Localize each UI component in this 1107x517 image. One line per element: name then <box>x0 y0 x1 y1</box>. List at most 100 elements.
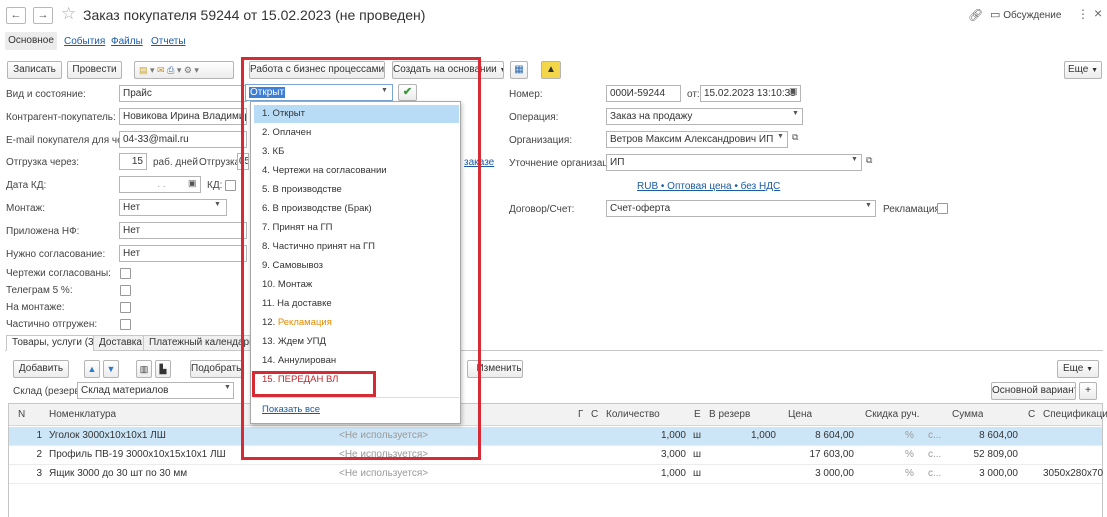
tab-delivery[interactable]: Доставка <box>93 335 148 351</box>
chevron-down-icon[interactable]: ▼ <box>224 384 231 391</box>
partial-checkbox[interactable] <box>120 319 131 330</box>
tab-files[interactable]: Файлы <box>111 36 143 47</box>
org-field[interactable]: Ветров Максим Александрович ИП <box>606 131 788 148</box>
dropdown-item-12[interactable]: 12. Рекламация <box>254 314 459 332</box>
dropdown-item-13[interactable]: 13. Ждем УПД <box>254 333 459 351</box>
drawings-checkbox[interactable] <box>120 268 131 279</box>
calendar-icon[interactable]: ▣ <box>188 178 197 189</box>
chat-icon: ▭ <box>990 9 1001 21</box>
cell-price: 8 604,00 <box>815 430 854 441</box>
col-name: Номенклатура <box>49 409 117 420</box>
more-menu-icon[interactable]: ⋮ <box>1077 7 1089 21</box>
dropdown-item-1[interactable]: 1. Открыт <box>254 105 459 123</box>
cell-char[interactable]: <Не используется> <box>339 467 569 481</box>
chevron-down-icon[interactable]: ▼ <box>851 156 858 163</box>
contractor-field[interactable]: Новикова Ирина Владимировна <box>119 108 247 125</box>
mount-value: Нет <box>123 202 141 213</box>
tab-events[interactable]: События <box>64 36 105 47</box>
warning-button[interactable]: ▲ <box>541 61 561 79</box>
telegram-checkbox[interactable] <box>120 285 131 296</box>
move-up-button[interactable]: ▲ <box>84 360 100 378</box>
dropdown-item-11[interactable]: 11. На доставке <box>254 295 459 313</box>
forward-button[interactable]: → <box>33 7 53 24</box>
installed-checkbox[interactable] <box>120 302 131 313</box>
move-down-button[interactable]: ▼ <box>103 360 119 378</box>
mail-icon: ✉ <box>157 65 165 75</box>
dropdown-item-2[interactable]: 2. Оплачен <box>254 124 459 142</box>
cell-spec: 3050x280x70 <box>1043 468 1103 479</box>
chevron-down-icon[interactable]: ▼ <box>792 110 799 117</box>
open-link-icon[interactable]: ⧉ <box>866 155 872 166</box>
chevron-down-icon[interactable]: ▼ <box>777 133 784 140</box>
more-label: Еще <box>1067 64 1089 75</box>
col-reserve: В резерв <box>709 409 751 420</box>
complaint-checkbox[interactable] <box>937 203 948 214</box>
discuss-button[interactable]: ▭ Обсуждение <box>990 8 1061 21</box>
dropdown-item-7[interactable]: 7. Принят на ГП <box>254 219 459 237</box>
scale-button[interactable]: ▙ <box>155 360 171 378</box>
kd-checkbox[interactable] <box>225 180 236 191</box>
open-link-icon[interactable]: ⧉ <box>792 132 798 143</box>
cell-reserve: 1,000 <box>750 430 776 441</box>
nf-field[interactable]: Нет <box>119 222 247 239</box>
save-button[interactable]: Записать <box>7 61 62 79</box>
dropdown-item-9[interactable]: 9. Самовывоз <box>254 257 459 275</box>
cell-c: с... <box>928 430 942 441</box>
dropdown-item-6[interactable]: 6. В производстве (Брак) <box>254 200 459 218</box>
show-all-link[interactable]: Показать все <box>262 404 320 415</box>
cell-name[interactable]: Ящик 3000 до 30 шт по 30 мм <box>49 467 329 481</box>
ship-days-field[interactable]: 15 <box>119 153 147 170</box>
cell-unit: ш <box>693 468 702 479</box>
close-icon[interactable]: × <box>1094 5 1102 21</box>
cell-qty[interactable]: 1,000 <box>606 429 686 443</box>
ship-days-value: 15 <box>131 156 143 167</box>
mount-field[interactable]: Нет <box>119 199 227 216</box>
dropdown-item-5[interactable]: 5. В производстве <box>254 181 459 199</box>
fill-group-button[interactable]: ▤ ▾ ✉ ⎙ ▾ ⚙ ▾ <box>134 61 234 79</box>
more-button[interactable]: Еще ▼ <box>1064 61 1102 79</box>
price-type-link[interactable]: RUB • Оптовая цена • без НДС <box>637 181 780 192</box>
link-icon[interactable]: 🔗︎ <box>968 8 983 22</box>
agree-field[interactable]: Нет <box>119 245 247 262</box>
add-variant-button[interactable]: + <box>1079 382 1097 400</box>
cell-qty[interactable]: 3,000 <box>606 448 686 462</box>
chevron-down-icon: ▼ <box>500 67 503 74</box>
dropdown-item-3[interactable]: 3. КБ <box>254 143 459 161</box>
cell-c: с... <box>928 468 942 479</box>
state-field[interactable]: Прайс <box>119 85 247 102</box>
back-button[interactable]: ← <box>6 7 26 24</box>
operation-field[interactable]: Заказ на продажу <box>606 108 803 125</box>
contract-field[interactable]: Счет-оферта <box>606 200 876 217</box>
cell-unit: ш <box>693 449 702 460</box>
ship-unit: раб. дней <box>153 157 198 168</box>
table-more-button[interactable]: Еще ▼ <box>1057 360 1099 378</box>
chevron-down-icon[interactable]: ▼ <box>214 201 221 208</box>
date-value: 15.02.2023 13:10:35 <box>704 88 796 99</box>
tab-goods[interactable]: Товары, услуги (3) <box>6 335 103 351</box>
telegram-label: Телеграм 5 %: <box>6 285 73 296</box>
tab-reports[interactable]: Отчеты <box>151 36 186 47</box>
dropdown-item-8[interactable]: 8. Частично принят на ГП <box>254 238 459 256</box>
dropdown-item-14[interactable]: 14. Аннулирован <box>254 352 459 370</box>
org-detail-field[interactable]: ИП <box>606 154 862 171</box>
calendar-icon[interactable]: ▣ <box>789 86 798 97</box>
date-field[interactable]: 15.02.2023 13:10:35 <box>700 85 801 102</box>
structure-button[interactable]: ▦ <box>510 61 528 79</box>
chevron-down-icon[interactable]: ▼ <box>865 202 872 209</box>
dropdown-item-4[interactable]: 4. Чертежи на согласовании <box>254 162 459 180</box>
barcode-button[interactable]: ▥ <box>136 360 152 378</box>
warehouse-field[interactable]: Склад материалов <box>77 382 234 399</box>
cell-c: с... <box>928 449 942 460</box>
favorite-star-icon[interactable]: ☆ <box>61 4 76 24</box>
ship-label: Отгрузка через: <box>6 157 80 168</box>
number-field[interactable]: 000И-59244 <box>606 85 681 102</box>
add-row-button[interactable]: Добавить <box>13 360 69 378</box>
post-button[interactable]: Провести <box>67 61 122 79</box>
cell-sum: 8 604,00 <box>979 430 1018 441</box>
cell-qty[interactable]: 1,000 <box>606 467 686 481</box>
tab-main[interactable]: Основное <box>5 32 57 50</box>
dropdown-item-10[interactable]: 10. Монтаж <box>254 276 459 294</box>
pick-button[interactable]: Подобрать <box>190 360 242 378</box>
main-variant-button[interactable]: Основной вариант <box>991 382 1076 400</box>
email-field[interactable]: 04-33@mail.ru <box>119 131 247 148</box>
